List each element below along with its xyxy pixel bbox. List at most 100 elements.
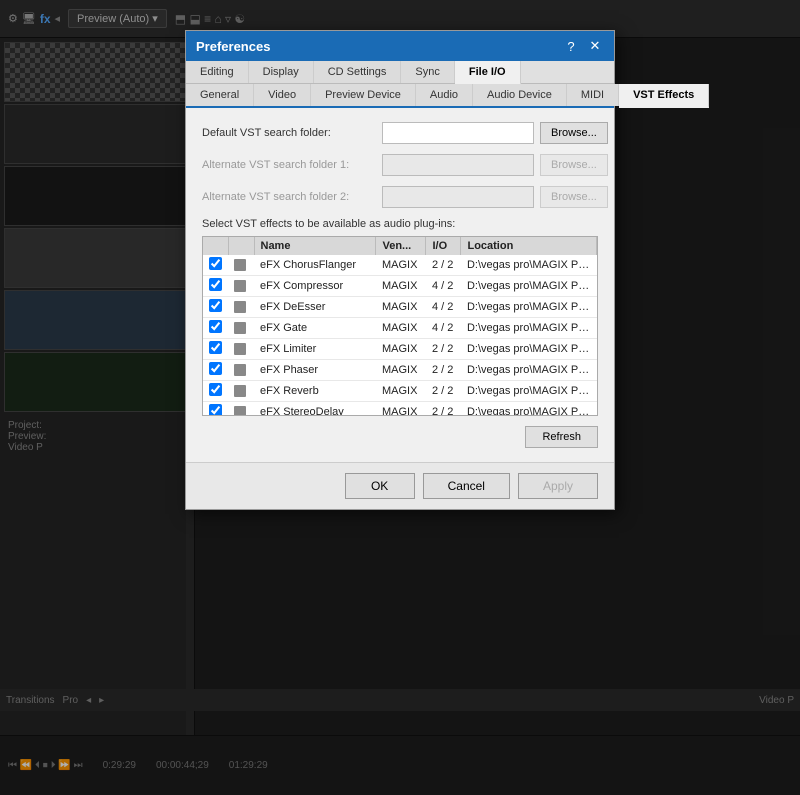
tab-sync[interactable]: Sync (401, 61, 454, 83)
row-name: eFX Compressor (254, 276, 376, 297)
row-icon-cell (228, 255, 254, 276)
table-row[interactable]: eFX Reverb MAGIX 2 / 2 D:\vegas pro\MAGI… (203, 381, 597, 402)
close-button[interactable]: ✕ (586, 37, 604, 55)
plugin-icon (234, 343, 246, 355)
vst-checkbox[interactable] (209, 299, 222, 312)
vst-checkbox[interactable] (209, 320, 222, 333)
table-row[interactable]: eFX Limiter MAGIX 2 / 2 D:\vegas pro\MAG… (203, 339, 597, 360)
row-name: eFX Reverb (254, 381, 376, 402)
ok-button[interactable]: OK (345, 473, 415, 499)
tab-vst-effects[interactable]: VST Effects (619, 84, 709, 108)
row-icon-cell (228, 318, 254, 339)
row-io: 2 / 2 (426, 381, 461, 402)
row-checkbox-cell[interactable] (203, 360, 228, 381)
row-vendor: MAGIX (376, 276, 426, 297)
row-vendor: MAGIX (376, 381, 426, 402)
help-button[interactable]: ? (562, 37, 580, 55)
apply-button[interactable]: Apply (518, 473, 598, 499)
default-vst-row: Default VST search folder: Browse... (202, 122, 598, 144)
row-name: eFX Limiter (254, 339, 376, 360)
vst-checkbox[interactable] (209, 341, 222, 354)
row-name: eFX Phaser (254, 360, 376, 381)
vst-table-body: eFX ChorusFlanger MAGIX 2 / 2 D:\vegas p… (203, 255, 597, 416)
alternate-vst1-row: Alternate VST search folder 1: Browse... (202, 154, 598, 176)
cancel-button[interactable]: Cancel (423, 473, 510, 499)
tab-general[interactable]: General (186, 84, 254, 106)
refresh-button[interactable]: Refresh (525, 426, 598, 448)
row-vendor: MAGIX (376, 318, 426, 339)
dialog-titlebar: Preferences ? ✕ (186, 31, 614, 61)
tab-audio-device[interactable]: Audio Device (473, 84, 567, 106)
col-header-icon (228, 237, 254, 255)
table-row[interactable]: eFX StereoDelay MAGIX 2 / 2 D:\vegas pro… (203, 402, 597, 417)
table-row[interactable]: eFX DeEsser MAGIX 4 / 2 D:\vegas pro\MAG… (203, 297, 597, 318)
col-header-location: Location (461, 237, 597, 255)
titlebar-controls: ? ✕ (562, 37, 604, 55)
row-io: 2 / 2 (426, 402, 461, 417)
tab-display[interactable]: Display (249, 61, 314, 83)
vst-checkbox[interactable] (209, 362, 222, 375)
vst-checkbox[interactable] (209, 257, 222, 270)
tab-video[interactable]: Video (254, 84, 311, 106)
tab-editing[interactable]: Editing (186, 61, 249, 83)
tab-row-2: General Video Preview Device Audio Audio… (186, 84, 614, 108)
tab-file-io[interactable]: File I/O (455, 61, 521, 85)
plugin-icon (234, 259, 246, 271)
table-row[interactable]: eFX Phaser MAGIX 2 / 2 D:\vegas pro\MAGI… (203, 360, 597, 381)
vst-checkbox[interactable] (209, 404, 222, 416)
row-name: eFX StereoDelay (254, 402, 376, 417)
default-vst-input[interactable] (382, 122, 534, 144)
row-vendor: MAGIX (376, 339, 426, 360)
row-icon-cell (228, 276, 254, 297)
row-vendor: MAGIX (376, 297, 426, 318)
tab-midi[interactable]: MIDI (567, 84, 619, 106)
table-row[interactable]: eFX ChorusFlanger MAGIX 2 / 2 D:\vegas p… (203, 255, 597, 276)
row-location: D:\vegas pro\MAGIX Plugins\es (461, 360, 597, 381)
row-io: 4 / 2 (426, 276, 461, 297)
tab-preview-device[interactable]: Preview Device (311, 84, 416, 106)
plugin-icon (234, 322, 246, 334)
row-checkbox-cell[interactable] (203, 381, 228, 402)
col-header-io: I/O (426, 237, 461, 255)
dialog-title: Preferences (196, 39, 270, 54)
default-vst-label: Default VST search folder: (202, 127, 382, 139)
vst-section-label: Select VST effects to be available as au… (202, 218, 598, 230)
row-icon-cell (228, 339, 254, 360)
tab-audio[interactable]: Audio (416, 84, 473, 106)
row-location: D:\vegas pro\MAGIX Plugins\es (461, 297, 597, 318)
vst-checkbox[interactable] (209, 278, 222, 291)
browse-alternate-vst1-button: Browse... (540, 154, 608, 176)
tab-row-1: Editing Display CD Settings Sync File I/… (186, 61, 614, 84)
table-row[interactable]: eFX Compressor MAGIX 4 / 2 D:\vegas pro\… (203, 276, 597, 297)
row-checkbox-cell[interactable] (203, 276, 228, 297)
row-name: eFX Gate (254, 318, 376, 339)
col-header-check (203, 237, 228, 255)
row-checkbox-cell[interactable] (203, 255, 228, 276)
row-io: 2 / 2 (426, 360, 461, 381)
row-io: 2 / 2 (426, 255, 461, 276)
table-row[interactable]: eFX Gate MAGIX 4 / 2 D:\vegas pro\MAGIX … (203, 318, 597, 339)
row-checkbox-cell[interactable] (203, 339, 228, 360)
plugin-icon (234, 385, 246, 397)
row-icon-cell (228, 381, 254, 402)
col-header-vendor: Ven... (376, 237, 426, 255)
dialog-footer: OK Cancel Apply (186, 462, 614, 509)
row-checkbox-cell[interactable] (203, 318, 228, 339)
row-location: D:\vegas pro\MAGIX Plugins\es (461, 381, 597, 402)
row-icon-cell (228, 297, 254, 318)
alternate-vst1-label: Alternate VST search folder 1: (202, 159, 382, 171)
row-name: eFX ChorusFlanger (254, 255, 376, 276)
plugin-icon (234, 301, 246, 313)
vst-checkbox[interactable] (209, 383, 222, 396)
row-checkbox-cell[interactable] (203, 297, 228, 318)
row-location: D:\vegas pro\MAGIX Plugins\es (461, 255, 597, 276)
tab-cd-settings[interactable]: CD Settings (314, 61, 402, 83)
browse-default-vst-button[interactable]: Browse... (540, 122, 608, 144)
alternate-vst1-input[interactable] (382, 154, 534, 176)
row-io: 2 / 2 (426, 339, 461, 360)
browse-alternate-vst2-button: Browse... (540, 186, 608, 208)
row-location: D:\vegas pro\MAGIX Plugins\es (461, 276, 597, 297)
vst-table-wrapper[interactable]: Name Ven... I/O Location eFX ChorusFlang… (202, 236, 598, 416)
row-checkbox-cell[interactable] (203, 402, 228, 417)
alternate-vst2-input[interactable] (382, 186, 534, 208)
